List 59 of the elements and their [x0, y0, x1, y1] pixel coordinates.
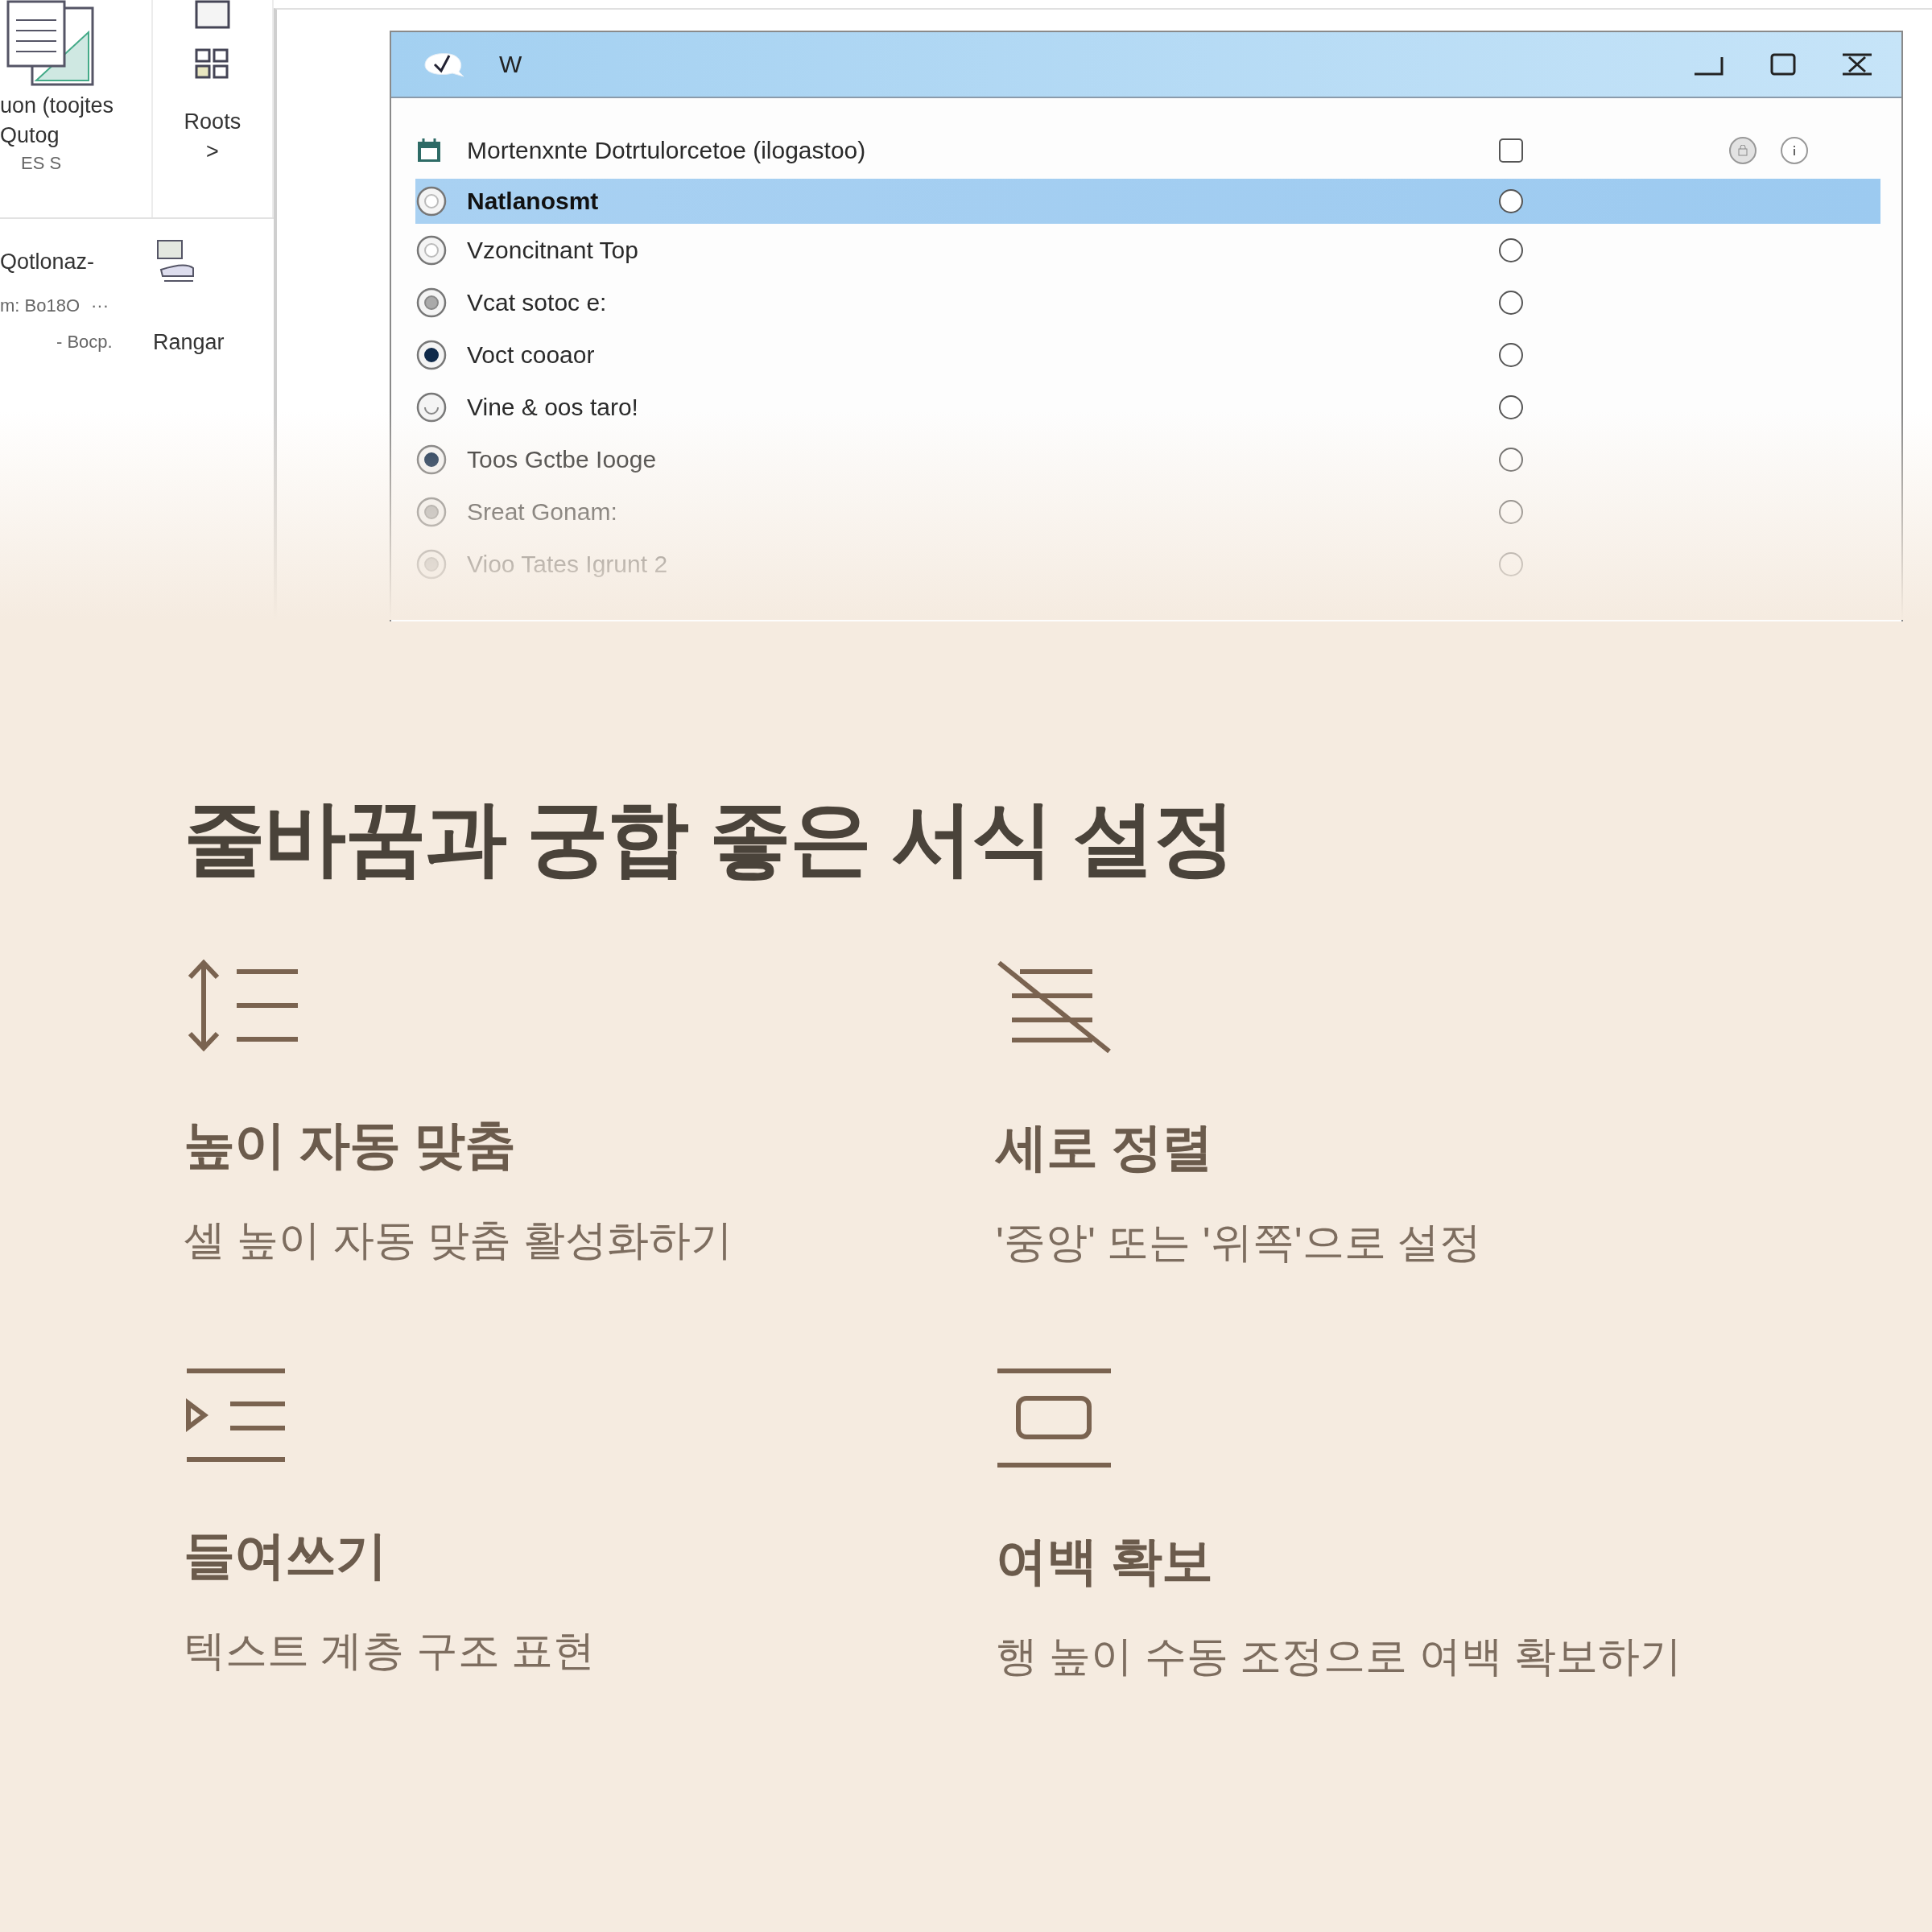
ribbon-label[interactable]: Roots [184, 109, 242, 134]
heading: 줄바꿈과 궁합 좋은 서식 설정 [184, 793, 1236, 884]
option-row[interactable]: Voct cooaor [415, 328, 1880, 381]
ribbon-label: ES S [20, 153, 62, 174]
option-label: Vcat sotoc e: [466, 288, 608, 316]
radio-button[interactable] [415, 390, 448, 423]
radio-button[interactable] [1499, 342, 1523, 367]
margin-icon [996, 1368, 1113, 1469]
radio-button[interactable] [415, 233, 448, 266]
radio-button[interactable] [415, 547, 448, 580]
ribbon-label: m: Bo18O [0, 295, 80, 316]
radio-button[interactable] [1499, 551, 1523, 576]
option-row[interactable]: Vzoncitnant Top [415, 224, 1880, 276]
feature-description: 셀 높이 자동 맞춤 활성화하기 [184, 1216, 733, 1265]
option-row[interactable]: Toos Gctbe Iooge [415, 433, 1880, 485]
option-label: Vine & oos taro! [466, 393, 639, 421]
feature-title: 세로 정렬 [996, 1117, 1213, 1179]
radio-button[interactable] [415, 338, 448, 371]
ribbon-label: - Bocp. [56, 332, 113, 353]
feature-description: 행 높이 수동 조정으로 여백 확보하기 [996, 1632, 1683, 1682]
option-row[interactable]: Vine & oos taro! [415, 381, 1880, 433]
ribbon-label: ··· [91, 295, 109, 316]
radio-button[interactable] [1499, 394, 1523, 419]
option-label: Mortenxnte Dotrtulorcetoe (ilogastoo) [466, 137, 867, 164]
ribbon-label[interactable]: uon (toojtes [0, 93, 114, 118]
lock-button[interactable] [1729, 137, 1757, 164]
window-title: W [499, 51, 523, 78]
option-label: Natlanosmt [466, 188, 600, 215]
option-label: Vzoncitnant Top [466, 236, 639, 264]
ribbon-label: Qotlonaz- [0, 249, 95, 275]
radio-button[interactable] [1499, 290, 1523, 315]
checkbox[interactable] [1499, 138, 1523, 163]
radio-button[interactable] [1499, 237, 1523, 262]
calendar-icon [415, 137, 443, 164]
option-label: Sreat Gonam: [466, 497, 618, 526]
info-button[interactable] [1781, 137, 1808, 164]
radio-button[interactable] [1499, 499, 1523, 524]
radio-button[interactable] [415, 443, 448, 476]
ribbon-label[interactable]: > [206, 139, 219, 164]
info-icon [1792, 145, 1797, 156]
radio-button[interactable] [415, 286, 448, 319]
feature-title: 여백 확보 [996, 1531, 1213, 1592]
feature-description: 텍스트 계층 구조 표현 [184, 1626, 597, 1676]
feature-title: 들여쓰기 [184, 1525, 387, 1587]
option-label: Toos Gctbe Iooge [466, 445, 658, 473]
lock-icon [1738, 145, 1748, 156]
ribbon-label[interactable]: Qutog [0, 123, 60, 148]
feature-title: 높이 자동 맞춤 [184, 1115, 516, 1176]
option-row[interactable]: Natlanosmt [415, 179, 1880, 224]
checkmark-bubble-icon [422, 51, 465, 78]
radio-button[interactable] [1499, 447, 1523, 472]
feature-description: '중앙' 또는 '위쪽'으로 설정 [996, 1218, 1483, 1268]
radio-button[interactable] [1499, 189, 1523, 213]
strikethrough-lines-icon [996, 960, 1113, 1055]
ribbon-label: Rangar [153, 329, 225, 355]
option-label: Voct cooaor [466, 341, 596, 369]
radio-button[interactable] [415, 495, 448, 528]
radio-button[interactable] [415, 185, 448, 217]
option-row[interactable]: Vcat sotoc e: [415, 276, 1880, 328]
